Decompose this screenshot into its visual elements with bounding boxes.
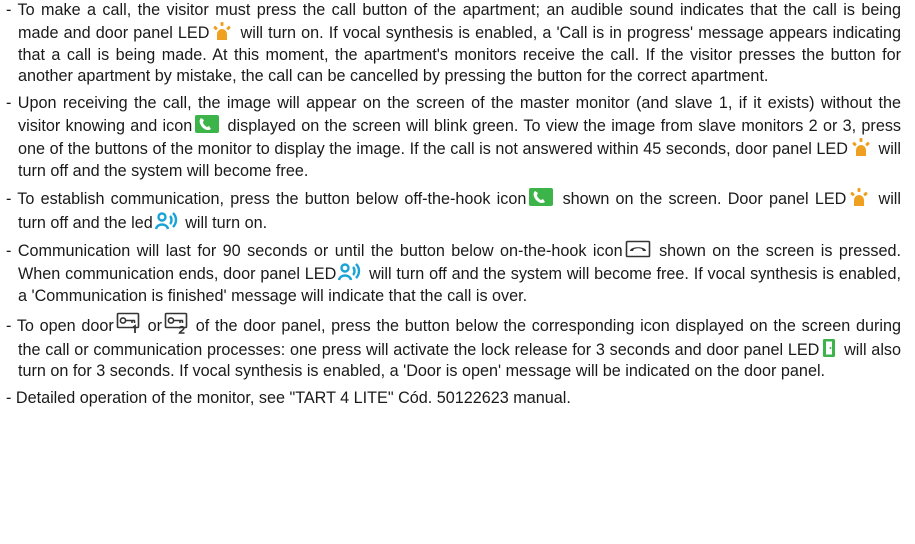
communication-led-icon [338,262,362,282]
paragraph-establish-communication: - To establish communication, press the … [6,187,901,234]
call-led-icon [211,21,233,41]
door-2-key-icon [164,312,188,335]
off-hook-icon [528,187,554,207]
text-segment: - Communication will last for 90 seconds… [6,242,623,261]
paragraph-detailed-operation: - Detailed operation of the monitor, see… [6,388,901,409]
text-segment: - To establish communication, press the … [6,190,527,209]
door-led-icon [821,338,837,358]
text-segment: shown on the screen. Door panel LED [556,190,847,209]
paragraph-make-call: - To make a call, the visitor must press… [6,0,901,88]
off-hook-icon [194,114,220,134]
text-segment: - Detailed operation of the monitor, see… [6,388,571,407]
text-segment: or [141,317,162,336]
text-segment: will turn on. [180,213,268,232]
document-page: - To make a call, the visitor must press… [0,0,915,544]
call-led-icon [848,187,870,207]
on-hook-icon [625,239,651,259]
communication-led-icon [154,211,179,231]
call-led-icon [850,137,872,157]
paragraph-open-door: - To open door or of the door panel, pre… [6,312,901,382]
paragraph-receive-call: - Upon receiving the call, the image wil… [6,93,901,183]
paragraph-communication-duration: - Communication will last for 90 seconds… [6,239,901,307]
door-1-key-icon [116,312,140,334]
text-segment: - To open door [6,317,114,336]
